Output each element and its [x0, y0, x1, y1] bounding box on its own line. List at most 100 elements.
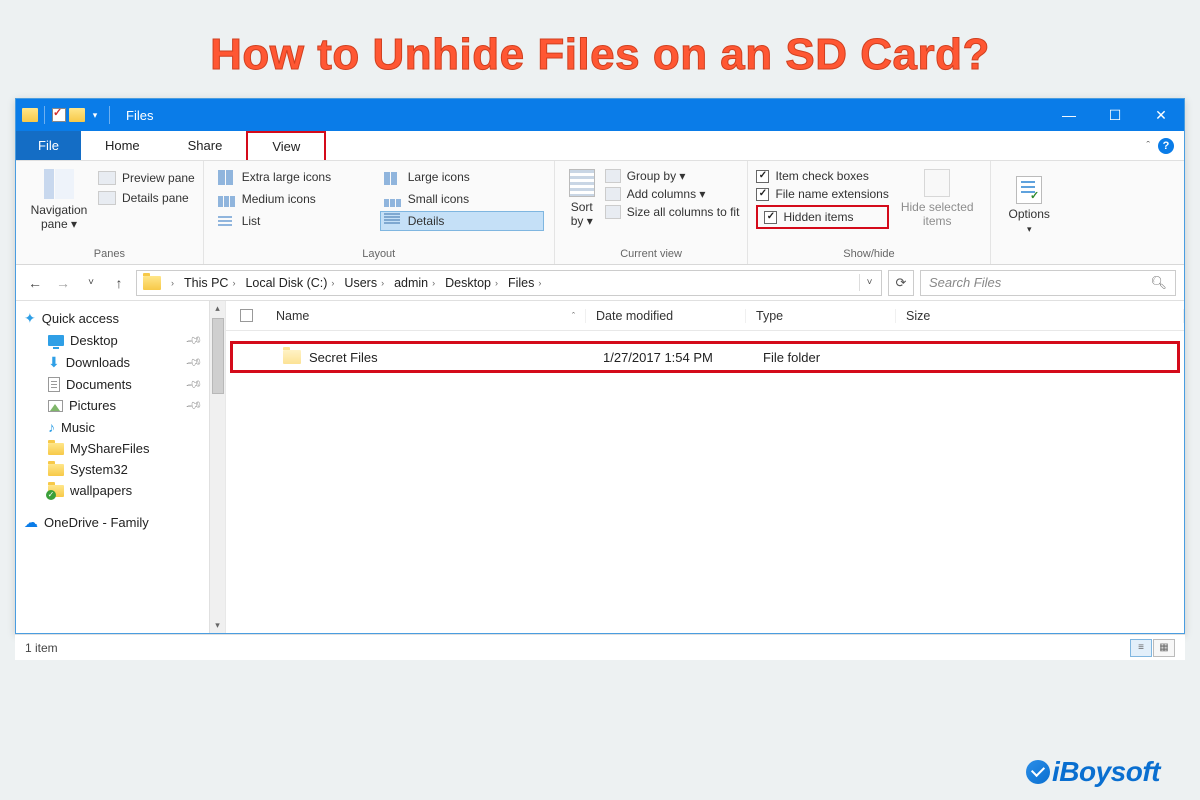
sidebar-item-music[interactable]: ♪Music	[18, 416, 207, 438]
tab-home[interactable]: Home	[81, 131, 164, 160]
pin-icon: 📌︎	[185, 396, 204, 415]
search-input[interactable]: Search Files 🔍︎	[920, 270, 1176, 296]
breadcrumb-segment[interactable]: Users›	[340, 276, 388, 290]
sidebar-item-system32[interactable]: System32	[18, 459, 207, 480]
divider	[44, 106, 45, 124]
group-by-button[interactable]: Group by ▾	[605, 169, 740, 183]
layout-medium[interactable]: Medium icons	[214, 189, 378, 209]
sidebar-item-documents[interactable]: Documents📌︎	[18, 374, 207, 395]
column-headers: Nameˆ Date modified Type Size	[226, 301, 1184, 331]
fit-icon	[605, 205, 621, 219]
sidebar-scrollbar[interactable]: ▴ ▾	[209, 301, 225, 633]
sidebar-item-desktop[interactable]: Desktop📌︎	[18, 330, 207, 351]
help-icon[interactable]: ?	[1158, 138, 1174, 154]
breadcrumb-segment[interactable]: Files›	[504, 276, 545, 290]
folder-icon	[48, 464, 64, 476]
details-view-toggle[interactable]: ≡	[1130, 639, 1152, 657]
tab-file[interactable]: File	[16, 131, 81, 160]
breadcrumb-segment[interactable]: This PC›	[180, 276, 239, 290]
details-icon	[384, 213, 402, 229]
star-icon: ✦	[24, 310, 36, 327]
sort-by-label: Sort by ▾	[571, 200, 593, 229]
breadcrumb-segment[interactable]: Desktop›	[441, 276, 502, 290]
size-columns-button[interactable]: Size all columns to fit	[605, 205, 740, 219]
brand-logo: iBoysoft	[1026, 756, 1160, 788]
window-title: Files	[126, 108, 153, 123]
sidebar-item-downloads[interactable]: ⬇Downloads📌︎	[18, 351, 207, 374]
brand-icon	[1026, 760, 1050, 784]
table-row[interactable]: Secret Files 1/27/2017 1:54 PM File fold…	[230, 341, 1180, 373]
recent-dropdown-icon[interactable]: ˅	[80, 272, 102, 294]
scroll-up-icon: ▴	[215, 301, 220, 316]
layout-details[interactable]: Details	[380, 211, 544, 231]
close-button[interactable]: ✕	[1138, 99, 1184, 131]
sort-by-button[interactable]: Sort by ▾	[563, 165, 601, 233]
sidebar-quick-access[interactable]: ✦Quick access	[18, 307, 207, 330]
sidebar-item-mysharefiles[interactable]: MyShareFiles	[18, 438, 207, 459]
item-count: 1 item	[25, 641, 58, 655]
navigation-pane-button[interactable]: Navigation pane ▾	[24, 165, 94, 236]
column-name[interactable]: Nameˆ	[266, 309, 586, 323]
scroll-thumb[interactable]	[212, 318, 224, 394]
address-bar[interactable]: › This PC› Local Disk (C:)› Users› admin…	[136, 270, 882, 296]
sidebar-item-pictures[interactable]: Pictures📌︎	[18, 395, 207, 416]
ribbon-group-layout: Extra large icons Large icons Medium ico…	[204, 161, 555, 264]
cloud-icon: ☁	[24, 514, 38, 531]
details-pane-button[interactable]: Details pane	[98, 191, 195, 205]
folder-icon	[48, 485, 64, 497]
add-columns-button[interactable]: Add columns ▾	[605, 187, 740, 201]
details-pane-icon	[98, 191, 116, 205]
preview-pane-button[interactable]: Preview pane	[98, 171, 195, 185]
forward-button[interactable]: →	[52, 272, 74, 294]
ribbon: Navigation pane ▾ Preview pane Details p…	[16, 161, 1184, 265]
up-button[interactable]: ↑	[108, 272, 130, 294]
layout-list[interactable]: List	[214, 211, 378, 231]
checkbox-icon	[756, 170, 769, 183]
download-icon: ⬇	[48, 354, 60, 371]
file-name: Secret Files	[309, 350, 378, 365]
columns-icon	[605, 187, 621, 201]
refresh-button[interactable]: ⟳	[888, 270, 914, 296]
checkbox-icon	[764, 211, 777, 224]
grid-icon	[218, 169, 236, 185]
breadcrumb-segment[interactable]: Local Disk (C:)›	[241, 276, 338, 290]
layout-small[interactable]: Small icons	[380, 189, 544, 209]
qat-dropdown-icon[interactable]: ▾	[87, 107, 103, 123]
breadcrumb-segment[interactable]: ›	[167, 278, 178, 288]
layout-large[interactable]: Large icons	[380, 167, 544, 187]
column-modified[interactable]: Date modified	[586, 309, 746, 323]
column-size[interactable]: Size	[896, 309, 1184, 323]
collapse-ribbon-icon[interactable]: ˆ	[1146, 140, 1150, 152]
list-icon	[218, 213, 236, 229]
back-button[interactable]: ←	[24, 272, 46, 294]
sort-asc-icon: ˆ	[572, 311, 575, 321]
select-all-checkbox[interactable]	[226, 309, 266, 322]
sidebar-onedrive[interactable]: ☁OneDrive - Family	[18, 511, 207, 534]
breadcrumb-segment[interactable]: admin›	[390, 276, 439, 290]
icons-view-toggle[interactable]: ▦	[1153, 639, 1175, 657]
navigation-pane-icon	[44, 169, 74, 199]
column-type[interactable]: Type	[746, 309, 896, 323]
details-pane-label: Details pane	[122, 191, 189, 205]
file-extensions-toggle[interactable]: File name extensions	[756, 187, 888, 201]
ribbon-group-show-hide: Item check boxes File name extensions Hi…	[748, 161, 990, 264]
address-dropdown-icon[interactable]: ˅	[859, 274, 879, 291]
folder-icon	[143, 276, 161, 290]
sidebar-item-wallpapers[interactable]: wallpapers	[18, 480, 207, 501]
qat-checkbox-icon[interactable]	[51, 107, 67, 123]
item-checkboxes-toggle[interactable]: Item check boxes	[756, 169, 888, 183]
music-icon: ♪	[48, 419, 55, 435]
hide-selected-button[interactable]: Hide selected items	[893, 165, 982, 233]
navigation-pane: ✦Quick access Desktop📌︎ ⬇Downloads📌︎ Doc…	[16, 301, 226, 633]
hide-selected-label: Hide selected items	[901, 200, 974, 229]
maximize-button[interactable]: ☐	[1092, 99, 1138, 131]
minimize-button[interactable]: —	[1046, 99, 1092, 131]
grid-icon	[384, 191, 402, 207]
hidden-items-toggle[interactable]: Hidden items	[756, 205, 888, 229]
tab-view[interactable]: View	[246, 131, 326, 160]
search-icon: 🔍︎	[1150, 275, 1167, 291]
options-button[interactable]: ✓ Options▾	[999, 172, 1060, 240]
tab-share[interactable]: Share	[164, 131, 247, 160]
layout-extra-large[interactable]: Extra large icons	[214, 167, 378, 187]
sort-icon	[569, 169, 595, 197]
